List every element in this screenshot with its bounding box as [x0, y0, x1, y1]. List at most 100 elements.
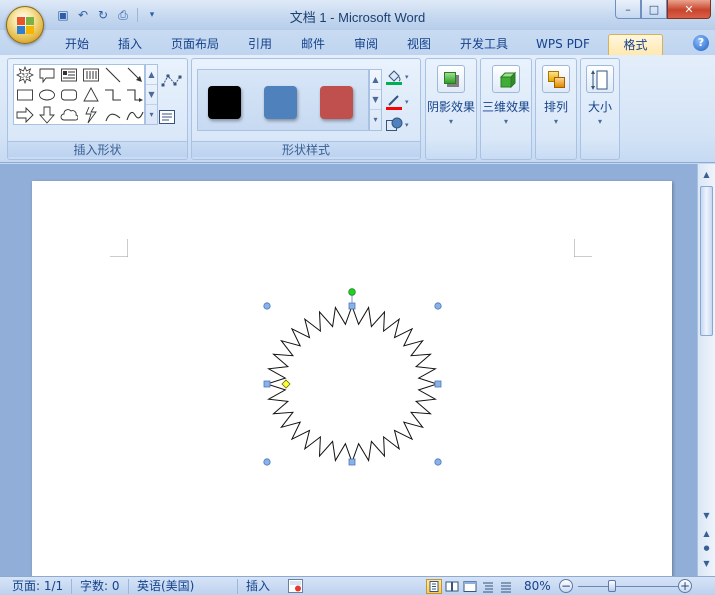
- draft-view-button[interactable]: [498, 579, 514, 594]
- zoom-out-button[interactable]: −: [559, 579, 573, 593]
- arc-shape-icon[interactable]: [104, 106, 122, 124]
- tab-developer[interactable]: 开发工具: [450, 34, 518, 55]
- office-button[interactable]: [6, 6, 44, 44]
- right-arrow-shape-icon[interactable]: [16, 106, 34, 124]
- scroll-up-icon[interactable]: ▲: [370, 70, 381, 90]
- macro-record-icon[interactable]: [288, 579, 303, 593]
- arrow-line-shape-icon[interactable]: [126, 66, 144, 84]
- tab-wps-pdf[interactable]: WPS PDF: [526, 34, 600, 55]
- rounded-rectangle-shape-icon[interactable]: [60, 86, 78, 104]
- 3d-effects-button[interactable]: 三维效果 ▾: [480, 58, 532, 160]
- oval-shape-icon[interactable]: [38, 86, 56, 104]
- star-32-point-outline[interactable]: [265, 304, 439, 464]
- outline-view-button[interactable]: [480, 579, 496, 594]
- resize-handle-bottom-right[interactable]: [434, 458, 442, 466]
- tab-references[interactable]: 引用: [238, 34, 282, 55]
- ribbon-tabs: 开始 插入 页面布局 引用 邮件 审阅 视图 开发工具 WPS PDF 格式 ?: [0, 30, 715, 55]
- down-arrow-shape-icon[interactable]: [38, 106, 56, 124]
- line-color-icon: [386, 95, 402, 110]
- scroll-down-icon[interactable]: ▼: [146, 85, 157, 105]
- vertical-scrollbar[interactable]: ▲ ▼ ▲ ● ▼: [697, 164, 715, 576]
- document-work-area: [0, 164, 697, 595]
- text-box-shape-icon[interactable]: [60, 66, 78, 84]
- line-shape-icon[interactable]: [104, 66, 122, 84]
- resize-handle-bottom-left[interactable]: [263, 458, 271, 466]
- shadow-effects-icon: [437, 65, 465, 93]
- word-count[interactable]: 字数: 0: [80, 578, 120, 595]
- full-screen-reading-view-button[interactable]: [444, 579, 460, 594]
- tab-mailings[interactable]: 邮件: [290, 34, 336, 55]
- page-count[interactable]: 页面: 1/1: [12, 578, 63, 595]
- zoom-in-button[interactable]: +: [678, 579, 692, 593]
- chevron-down-icon: ▾: [405, 98, 409, 106]
- select-browse-object-button[interactable]: ●: [699, 541, 714, 556]
- adjustment-handle[interactable]: [281, 379, 291, 389]
- size-label: 大小: [587, 100, 612, 114]
- document-page[interactable]: [32, 181, 672, 595]
- more-styles-icon[interactable]: ▾: [370, 110, 381, 130]
- rectangle-shape-icon[interactable]: [16, 86, 34, 104]
- chevron-down-icon: ▾: [405, 121, 409, 129]
- zoom-slider-track[interactable]: [578, 586, 678, 587]
- shape-outline-button[interactable]: ▾: [385, 92, 415, 112]
- elbow-connector-shape-icon[interactable]: [104, 86, 122, 104]
- lightning-shape-icon[interactable]: [82, 106, 100, 124]
- star-burst-shape-icon[interactable]: 32: [16, 66, 34, 84]
- chevron-down-icon: ▾: [503, 117, 508, 126]
- tab-home[interactable]: 开始: [54, 34, 100, 55]
- resize-handle-left[interactable]: [263, 380, 271, 388]
- star-shape[interactable]: [260, 286, 444, 478]
- shadow-effects-label: 阴影效果: [426, 100, 475, 114]
- rotation-handle[interactable]: [348, 288, 356, 296]
- shadow-effects-button[interactable]: 阴影效果 ▾: [425, 58, 477, 160]
- style-swatch-black[interactable]: [208, 86, 241, 119]
- minimize-button[interactable]: –: [615, 0, 641, 19]
- scroll-up-button[interactable]: ▲: [699, 167, 714, 182]
- change-shape-button[interactable]: ▾: [385, 115, 415, 135]
- web-layout-view-button[interactable]: [462, 579, 478, 594]
- tab-format[interactable]: 格式: [608, 34, 663, 55]
- cloud-shape-icon[interactable]: [60, 106, 78, 124]
- previous-page-button[interactable]: ▲: [699, 526, 714, 541]
- scroll-down-button[interactable]: ▼: [699, 508, 714, 523]
- shape-fill-button[interactable]: ▾: [385, 67, 415, 87]
- resize-handle-right[interactable]: [434, 380, 442, 388]
- resize-handle-top-left[interactable]: [263, 302, 271, 310]
- shape-styles-gallery: [197, 69, 369, 131]
- shape-styles-scroll: ▲ ▼ ▾: [369, 69, 382, 131]
- tab-review[interactable]: 审阅: [344, 34, 388, 55]
- chevron-down-icon: ▾: [553, 117, 558, 126]
- window-title: 文档 1 - Microsoft Word: [289, 10, 426, 25]
- help-icon[interactable]: ?: [693, 35, 709, 51]
- next-page-button[interactable]: ▼: [699, 556, 714, 571]
- callout-shape-icon[interactable]: [38, 66, 56, 84]
- draw-text-box-icon[interactable]: [158, 109, 176, 125]
- elbow-arrow-connector-shape-icon[interactable]: [126, 86, 144, 104]
- arrange-button[interactable]: 排列 ▾: [535, 58, 577, 160]
- resize-handle-bottom[interactable]: [348, 458, 356, 466]
- zoom-level[interactable]: 80%: [524, 578, 551, 595]
- zoom-slider-thumb[interactable]: [608, 580, 616, 592]
- print-layout-view-button[interactable]: [426, 579, 442, 594]
- tab-insert[interactable]: 插入: [108, 34, 152, 55]
- tab-page-layout[interactable]: 页面布局: [160, 34, 230, 55]
- triangle-shape-icon[interactable]: [82, 86, 100, 104]
- size-button[interactable]: 大小 ▾: [580, 58, 620, 160]
- tab-view[interactable]: 视图: [396, 34, 442, 55]
- scroll-up-icon[interactable]: ▲: [146, 65, 157, 85]
- freeform-shape-icon[interactable]: [126, 106, 144, 124]
- close-button[interactable]: ✕: [667, 0, 711, 19]
- language-status[interactable]: 英语(美国): [137, 578, 194, 595]
- vertical-text-box-shape-icon[interactable]: [82, 66, 100, 84]
- edit-shape-icon[interactable]: [160, 72, 184, 90]
- scrollbar-thumb[interactable]: [700, 186, 713, 336]
- scroll-down-icon[interactable]: ▼: [370, 90, 381, 110]
- resize-handle-top[interactable]: [348, 302, 356, 310]
- style-swatch-blue[interactable]: [264, 86, 297, 119]
- insert-mode[interactable]: 插入: [246, 578, 270, 595]
- style-swatch-red[interactable]: [320, 86, 353, 119]
- maximize-button[interactable]: □: [641, 0, 667, 19]
- resize-handle-top-right[interactable]: [434, 302, 442, 310]
- insert-shapes-group-label: 插入形状: [8, 141, 187, 157]
- more-shapes-icon[interactable]: ▾: [146, 105, 157, 125]
